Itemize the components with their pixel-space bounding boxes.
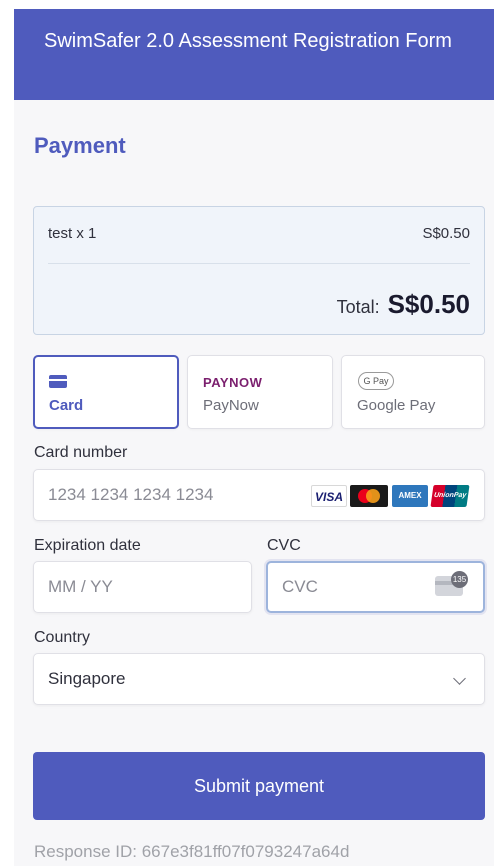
country-value: Singapore xyxy=(48,669,126,688)
tab-paynow-label: PayNow xyxy=(203,397,259,414)
line-item-price: S$0.50 xyxy=(422,225,470,242)
expiry-input[interactable] xyxy=(33,561,252,613)
cvc-label: CVC xyxy=(267,537,301,554)
form-header: SwimSafer 2.0 Assessment Registration Fo… xyxy=(14,9,494,100)
order-summary: test x 1 S$0.50 Total: S$0.50 xyxy=(33,206,485,335)
cvc-badge: 135 xyxy=(451,571,468,588)
country-label: Country xyxy=(34,629,91,646)
tab-google-pay-label: Google Pay xyxy=(357,397,436,414)
submit-payment-button[interactable]: Submit payment xyxy=(33,752,485,820)
mastercard-circle-yellow xyxy=(366,489,380,503)
total-label: Total: xyxy=(336,297,380,317)
tab-paynow[interactable]: PAYNOW PayNow xyxy=(187,355,333,429)
card-number-label: Card number xyxy=(34,444,128,461)
google-pay-logo-icon: G Pay xyxy=(358,372,394,390)
form-title: SwimSafer 2.0 Assessment Registration Fo… xyxy=(44,30,452,52)
response-id: Response ID: 667e3f81ff07f0793247a64d xyxy=(34,842,350,861)
visa-icon: VISA xyxy=(311,485,347,507)
mastercard-icon xyxy=(350,485,388,507)
line-item: test x 1 S$0.50 xyxy=(48,225,470,242)
tab-card[interactable]: Card xyxy=(33,355,179,429)
paynow-logo-icon: PAYNOW xyxy=(203,375,263,390)
expiry-label: Expiration date xyxy=(34,537,141,554)
unionpay-icon: UnionPay xyxy=(430,485,470,507)
total-row: Total: S$0.50 xyxy=(337,289,470,320)
summary-divider xyxy=(48,263,470,264)
total-value: S$0.50 xyxy=(387,289,470,319)
page: SwimSafer 2.0 Assessment Registration Fo… xyxy=(0,0,494,866)
country-select[interactable]: Singapore xyxy=(33,653,485,705)
credit-card-icon xyxy=(49,375,67,388)
tab-card-label: Card xyxy=(49,397,84,414)
line-item-name: test x 1 xyxy=(48,225,97,242)
tab-google-pay[interactable]: G Pay Google Pay xyxy=(341,355,485,429)
amex-icon: AMEX xyxy=(392,485,428,507)
section-title: Payment xyxy=(34,133,126,158)
